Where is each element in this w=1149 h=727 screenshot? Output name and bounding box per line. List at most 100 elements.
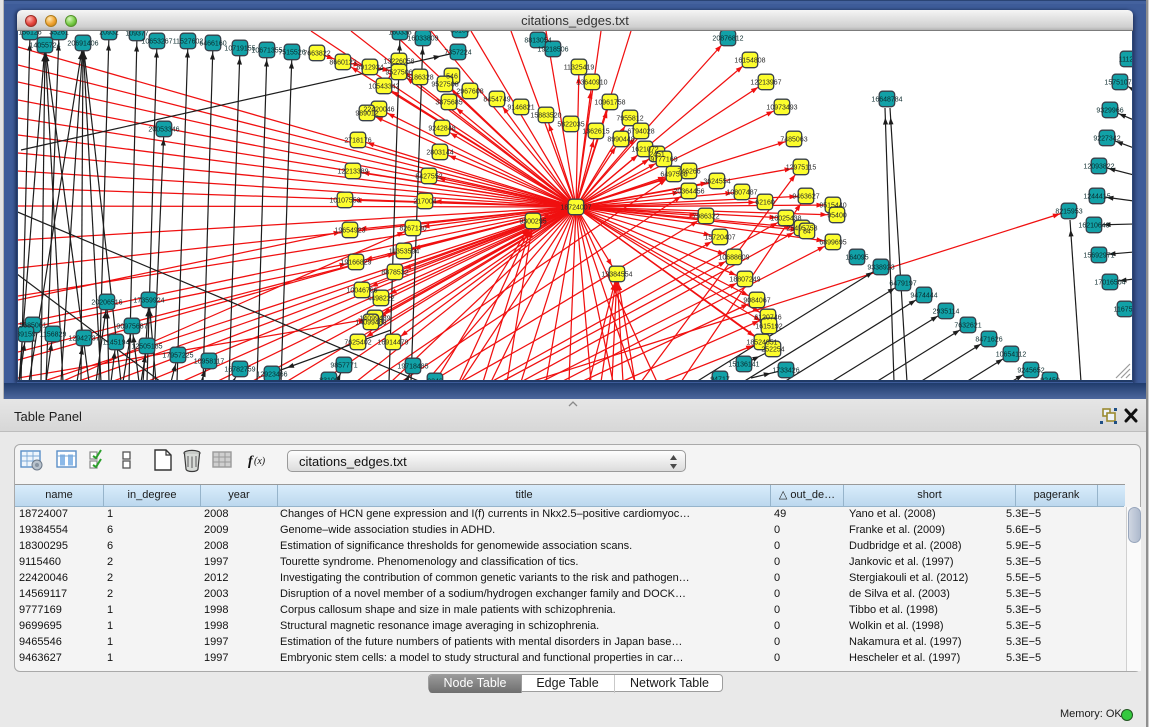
- svg-text:9338923: 9338923: [867, 265, 894, 272]
- svg-text:(x): (x): [254, 456, 266, 467]
- svg-text:15136141: 15136141: [728, 362, 759, 369]
- svg-text:16648784: 16648784: [871, 97, 902, 104]
- svg-text:9246: 9246: [427, 379, 443, 383]
- svg-text:7357224: 7357224: [444, 50, 471, 57]
- svg-text:7663822: 7663822: [303, 51, 330, 58]
- svg-text:12213967: 12213967: [750, 80, 781, 87]
- svg-text:35261: 35261: [49, 31, 69, 37]
- svg-text:8454749: 8454749: [483, 97, 510, 104]
- svg-text:9777169: 9777169: [650, 157, 677, 164]
- svg-text:9474444: 9474444: [910, 293, 937, 300]
- svg-text:19218506: 19218506: [537, 47, 568, 54]
- svg-text:2967608: 2967608: [456, 89, 483, 96]
- svg-text:25495758: 25495758: [786, 226, 817, 233]
- svg-text:3875685: 3875685: [435, 100, 462, 107]
- svg-text:11353594: 11353594: [389, 249, 420, 256]
- svg-text:6899695: 6899695: [819, 240, 846, 247]
- svg-text:1615192: 1615192: [755, 324, 782, 331]
- svg-text:12923466: 12923466: [256, 372, 287, 379]
- svg-text:1733426: 1733426: [772, 368, 799, 375]
- svg-text:1156829: 1156829: [40, 332, 67, 339]
- svg-text:15751074: 15751074: [1104, 80, 1133, 87]
- svg-text:9857771: 9857771: [330, 363, 357, 370]
- svg-text:15883520: 15883520: [530, 113, 561, 120]
- svg-text:16033809: 16033809: [407, 36, 438, 43]
- svg-text:17957225: 17957225: [162, 353, 193, 360]
- svg-text:92450: 92450: [1040, 378, 1060, 383]
- svg-text:10973493: 10973493: [766, 105, 797, 112]
- svg-text:217004: 217004: [413, 199, 436, 206]
- svg-text:11124: 11124: [1119, 57, 1133, 64]
- svg-text:12093822: 12093822: [1083, 164, 1114, 171]
- svg-text:10654112: 10654112: [996, 352, 1027, 359]
- svg-text:18724007: 18724007: [560, 205, 591, 212]
- svg-text:84: 84: [803, 229, 811, 236]
- svg-text:2803144: 2803144: [426, 150, 453, 157]
- svg-text:8660123: 8660123: [329, 60, 356, 67]
- svg-text:10107553: 10107553: [329, 198, 360, 205]
- svg-text:989012: 989012: [355, 111, 378, 118]
- svg-text:8912934: 8912934: [356, 65, 383, 72]
- svg-text:8813054: 8813054: [524, 38, 551, 45]
- svg-text:18807249: 18807249: [729, 277, 760, 284]
- svg-text:8427552: 8427552: [415, 174, 442, 181]
- svg-text:546: 546: [446, 74, 458, 81]
- svg-text:7632621: 7632621: [954, 323, 981, 330]
- svg-text:7986322: 7986322: [692, 214, 719, 221]
- svg-text:1244415: 1244415: [1083, 194, 1110, 201]
- svg-text:9084067: 9084067: [743, 298, 770, 305]
- svg-text:156126: 156126: [18, 31, 41, 37]
- svg-text:5822035: 5822035: [557, 122, 584, 129]
- svg-text:19654923: 19654923: [334, 228, 365, 235]
- svg-text:9242848: 9242848: [428, 126, 455, 133]
- svg-text:20364456: 20364456: [673, 189, 704, 196]
- svg-text:15720407: 15720407: [704, 235, 735, 242]
- svg-text:3624554: 3624554: [703, 179, 730, 186]
- svg-text:5685061: 5685061: [19, 323, 46, 330]
- svg-text:14055724: 14055724: [29, 43, 60, 50]
- svg-text:6794028: 6794028: [627, 129, 654, 136]
- svg-text:9515440: 9515440: [819, 203, 846, 210]
- svg-text:8267130: 8267130: [399, 226, 426, 233]
- svg-text:7515526: 7515526: [278, 50, 305, 57]
- svg-text:109377: 109377: [125, 31, 148, 38]
- svg-text:746266: 746266: [677, 169, 700, 176]
- svg-text:10025438: 10025438: [770, 216, 801, 223]
- svg-text:9527508: 9527508: [431, 82, 458, 89]
- svg-text:10543342: 10543342: [368, 84, 399, 91]
- svg-text:164095: 164095: [845, 255, 868, 262]
- svg-text:16210643: 16210643: [1078, 223, 1109, 230]
- svg-text:7955812: 7955812: [616, 116, 643, 123]
- svg-text:7625402: 7625402: [344, 340, 371, 347]
- svg-text:4498222: 4498222: [367, 296, 394, 303]
- svg-text:10653267: 10653267: [141, 39, 172, 46]
- svg-text:12505185: 12505185: [131, 344, 162, 351]
- svg-text:9463627: 9463627: [792, 194, 819, 201]
- svg-text:20876812: 20876812: [712, 36, 743, 43]
- svg-text:17016504: 17016504: [1094, 280, 1125, 287]
- svg-text:9146821: 9146821: [507, 105, 534, 112]
- svg-text:12975115: 12975115: [786, 165, 817, 172]
- svg-text:19384554: 19384554: [601, 272, 632, 279]
- svg-text:10807487: 10807487: [726, 190, 757, 197]
- svg-text:90975687: 90975687: [116, 324, 147, 331]
- svg-text:6479197: 6479197: [889, 281, 916, 288]
- svg-text:88130: 88130: [450, 31, 470, 35]
- svg-text:1362615: 1362615: [582, 129, 609, 136]
- svg-text:20053346: 20053346: [148, 127, 179, 134]
- svg-text:9245652: 9245652: [1017, 368, 1044, 375]
- svg-text:10688609: 10688609: [718, 255, 749, 262]
- svg-text:10961758: 10961758: [594, 100, 625, 107]
- svg-text:1145194: 1145194: [103, 340, 130, 347]
- svg-text:9300295: 9300295: [519, 219, 546, 226]
- svg-text:252254: 252254: [761, 347, 784, 354]
- svg-text:2935114: 2935114: [933, 309, 960, 316]
- svg-text:6120746: 6120746: [754, 315, 781, 322]
- svg-text:16154808: 16154808: [734, 58, 765, 65]
- svg-text:20206516: 20206516: [91, 300, 122, 307]
- svg-text:20932: 20932: [99, 31, 119, 37]
- svg-text:62160: 62160: [755, 200, 775, 207]
- svg-text:7485063: 7485063: [780, 137, 807, 144]
- svg-text:83100: 83100: [319, 378, 339, 383]
- svg-text:94717: 94717: [710, 377, 730, 383]
